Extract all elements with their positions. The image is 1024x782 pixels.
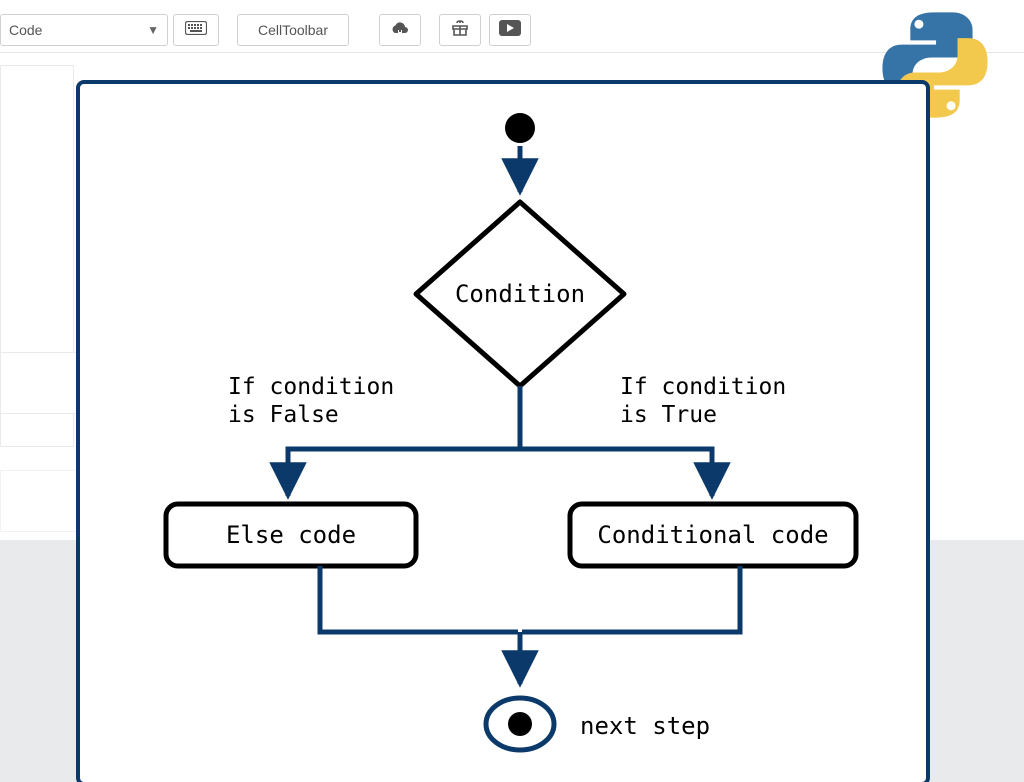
flowchart-else-node: Else code — [166, 504, 416, 566]
flowchart-decision-label: Condition — [455, 280, 585, 308]
cell-type-label: Code — [9, 22, 42, 38]
keyboard-icon — [185, 21, 207, 40]
svg-text:If condition: If condition — [228, 374, 394, 400]
command-palette-button[interactable] — [173, 14, 219, 46]
flowchart-edge-iftrue-end — [522, 566, 740, 632]
flowchart-iftrue-label: Conditional code — [597, 521, 828, 549]
flowchart-else-label: Else code — [226, 521, 356, 549]
cell-type-select[interactable]: Code ▼ — [0, 14, 168, 46]
flowchart-edge-else-end — [320, 566, 518, 632]
jupyter-toolbar: Code ▼ CellToolbar — [0, 0, 1024, 53]
flowchart-end-label: next step — [580, 712, 710, 740]
flowchart-end-node — [486, 698, 554, 750]
svg-text:If condition: If condition — [620, 374, 786, 400]
play-video-icon — [499, 20, 521, 41]
flowchart-card: Condition If condition is False If condi… — [76, 80, 930, 782]
cloud-upload-icon — [390, 20, 410, 41]
chevron-down-icon: ▼ — [147, 23, 159, 37]
cell-toolbar-label: CellToolbar — [258, 22, 328, 38]
flowchart-start-node — [505, 113, 535, 143]
flowchart-iftrue-node: Conditional code — [570, 504, 856, 566]
app-stage: Code ▼ CellToolbar — [0, 0, 1024, 782]
flowchart-true-edge-label: If condition is True — [620, 374, 786, 428]
svg-text:is True: is True — [620, 402, 717, 428]
cloud-upload-button[interactable] — [379, 14, 421, 46]
svg-text:is False: is False — [228, 402, 339, 428]
cell-toolbar-button[interactable]: CellToolbar — [237, 14, 349, 46]
video-button[interactable] — [489, 14, 531, 46]
flowchart-false-edge-label: If condition is False — [228, 374, 394, 428]
gift-button[interactable] — [439, 14, 481, 46]
gift-icon — [451, 19, 469, 42]
flowchart-decision-node: Condition — [416, 202, 624, 386]
